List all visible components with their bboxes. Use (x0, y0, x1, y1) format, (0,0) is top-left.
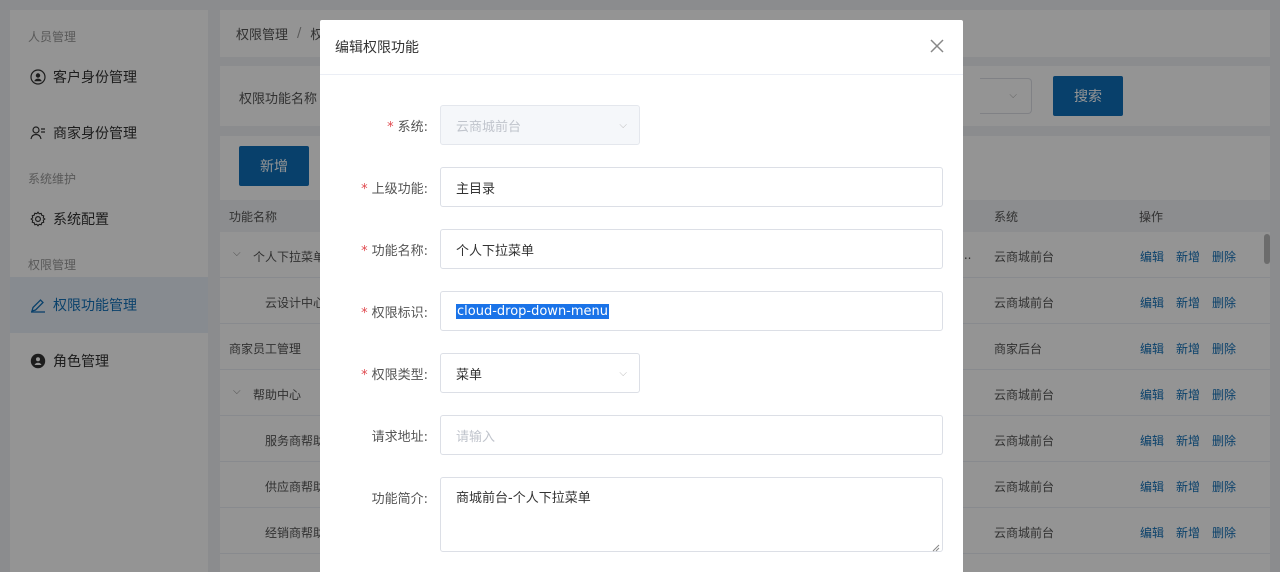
identifier-value-selected: cloud-drop-down-menu (456, 303, 610, 319)
description-textarea[interactable]: 商城前台-个人下拉菜单 (440, 477, 943, 552)
chevron-down-icon: ⌵ (619, 120, 627, 131)
parent-value: 主目录 (456, 181, 496, 197)
form-row-description: 功能简介: 商城前台-个人下拉菜单 (320, 477, 963, 552)
form-row-name: * 功能名称: 个人下拉菜单 (320, 229, 963, 269)
form-row-url: 请求地址: 请输入 (320, 415, 963, 455)
system-value: 云商城前台 (456, 119, 522, 135)
form-row-identifier: * 权限标识: cloud-drop-down-menu (320, 291, 963, 331)
system-label: * 系统: (387, 120, 428, 135)
description-value: 商城前台-个人下拉菜单 (456, 491, 591, 506)
form-row-system: * 系统: 云商城前台 ⌵ (320, 105, 963, 145)
permission-identifier-input[interactable]: cloud-drop-down-menu (440, 291, 943, 331)
parent-function-field[interactable]: 主目录 (440, 167, 943, 207)
required-mark: * (387, 120, 394, 135)
required-mark: * (361, 368, 368, 383)
required-mark: * (361, 182, 368, 197)
dialog-header: 编辑权限功能 (320, 20, 963, 75)
url-placeholder: 请输入 (456, 429, 496, 445)
request-url-input[interactable]: 请输入 (440, 415, 943, 455)
required-mark: * (361, 306, 368, 321)
system-select: 云商城前台 ⌵ (440, 105, 640, 145)
close-icon[interactable] (928, 37, 946, 55)
dialog-title: 编辑权限功能 (335, 40, 419, 56)
name-value: 个人下拉菜单 (456, 243, 535, 259)
edit-permission-dialog: 编辑权限功能 * 系统: 云商城前台 ⌵ * 上级功能: 主目录 * 功能名称: 个人… (320, 20, 963, 572)
url-label: 请求地址: (371, 430, 428, 445)
resize-handle-icon[interactable] (932, 541, 940, 552)
chevron-down-icon: ⌵ (619, 368, 627, 379)
required-mark: * (361, 244, 368, 259)
form-row-type: * 权限类型: 菜单 ⌵ (320, 353, 963, 393)
name-label: * 功能名称: (361, 244, 428, 259)
identifier-label: * 权限标识: (361, 306, 428, 321)
type-label: * 权限类型: (361, 368, 428, 383)
form-row-parent: * 上级功能: 主目录 (320, 167, 963, 207)
description-label: 功能简介: (371, 492, 428, 507)
function-name-input[interactable]: 个人下拉菜单 (440, 229, 943, 269)
type-value: 菜单 (456, 367, 483, 383)
parent-label: * 上级功能: (361, 182, 428, 197)
permission-type-select[interactable]: 菜单 ⌵ (440, 353, 640, 393)
